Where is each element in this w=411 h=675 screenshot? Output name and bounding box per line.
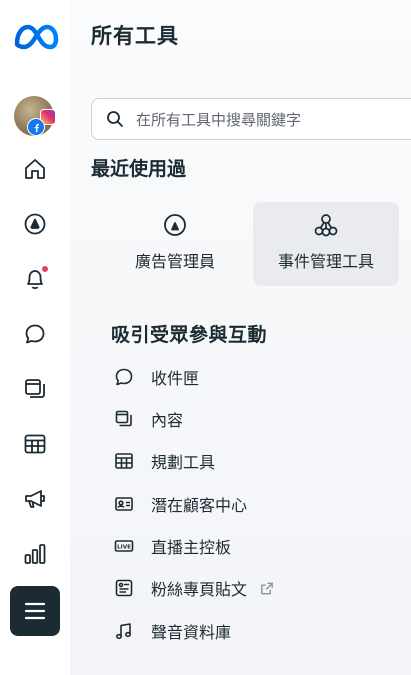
tool-leads-center[interactable]: 潛在顧客中心: [114, 490, 247, 518]
tool-label: 聲音資料庫: [151, 623, 232, 642]
rail-inbox[interactable]: [13, 312, 57, 356]
hamburger-icon: [24, 602, 46, 620]
page-title: 所有工具: [91, 24, 179, 48]
tool-page-posts[interactable]: 粉絲專頁貼文: [114, 574, 277, 602]
recent-events-manager[interactable]: 事件管理工具: [253, 202, 399, 286]
rail-ads[interactable]: [13, 477, 57, 521]
facebook-badge-icon: [27, 118, 45, 136]
rail-notifications[interactable]: [13, 257, 57, 301]
recent-ads-manager[interactable]: 廣告管理員: [102, 202, 248, 286]
ads-manager-icon: [24, 213, 46, 235]
tool-label: 潛在顧客中心: [151, 496, 248, 515]
rail-planner[interactable]: [13, 422, 57, 466]
search-input[interactable]: [134, 99, 411, 141]
contact-card-icon: [115, 497, 133, 511]
search-icon: [107, 111, 123, 127]
tool-label: 內容: [151, 411, 184, 430]
ads-manager-icon: [164, 214, 186, 236]
tool-label: 直播主控板: [151, 538, 232, 557]
recent-item-label: 廣告管理員: [134, 252, 215, 271]
all-tools-button[interactable]: [10, 586, 60, 636]
rail-ads-manager[interactable]: [13, 202, 57, 246]
tool-live-dashboard[interactable]: LIVE 直播主控板: [114, 532, 231, 560]
megaphone-icon: [25, 490, 45, 508]
page-post-icon: [115, 579, 133, 597]
bar-chart-icon: [24, 544, 46, 564]
rail-content[interactable]: [13, 367, 57, 411]
external-link-icon: [261, 582, 273, 594]
calendar-grid-icon: [115, 453, 133, 469]
calendar-grid-icon: [24, 434, 46, 454]
svg-text:LIVE: LIVE: [117, 545, 131, 551]
search-box[interactable]: [91, 98, 411, 141]
notification-dot: [41, 265, 49, 273]
left-rail: [0, 0, 70, 675]
tool-sound-collection[interactable]: 聲音資料庫: [114, 617, 231, 645]
music-note-icon: [115, 623, 132, 640]
tool-label: 粉絲專頁貼文: [151, 580, 248, 599]
chat-bubble-icon: [115, 368, 133, 386]
live-icon: LIVE: [114, 540, 134, 552]
home-icon: [25, 159, 45, 179]
tool-inbox[interactable]: 收件匣: [114, 363, 199, 391]
rail-insights[interactable]: [13, 532, 57, 576]
engage-section-title: 吸引受眾參與互動: [111, 324, 268, 346]
meta-logo[interactable]: [13, 22, 59, 52]
tool-label: 收件匣: [151, 369, 200, 388]
content-icon: [115, 410, 132, 427]
recent-item-label: 事件管理工具: [277, 252, 374, 271]
events-manager-icon: [314, 214, 338, 237]
tool-label: 規劃工具: [151, 453, 216, 472]
all-tools-panel: 所有工具 最近使用過 廣告管理員 事件管理工具 吸引受眾參與互動 收件匣: [70, 0, 411, 675]
tool-content[interactable]: 內容: [114, 405, 183, 433]
tool-planner[interactable]: 規劃工具: [114, 447, 215, 475]
rail-home[interactable]: [13, 147, 57, 191]
chat-bubble-icon: [25, 324, 45, 344]
recent-section-title: 最近使用過: [91, 158, 187, 180]
content-icon: [25, 379, 45, 398]
